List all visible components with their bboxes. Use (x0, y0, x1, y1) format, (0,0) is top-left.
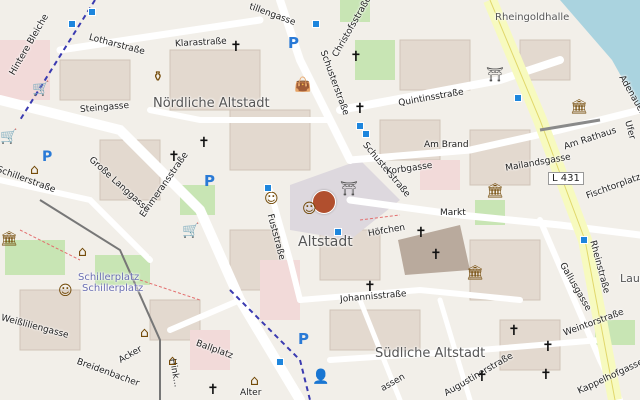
bus-stop-icon[interactable] (264, 184, 272, 192)
district-label-altstadt: Altstadt (298, 234, 353, 250)
bus-stop-icon[interactable] (334, 228, 342, 236)
church-icon: ✝ (542, 339, 554, 355)
street-label: Am Brand (424, 140, 469, 150)
district-label-sudliche-altstadt: Südliche Altstadt (375, 346, 486, 361)
building-icon: ⌂ (168, 353, 177, 369)
church-icon: ✝ (476, 369, 488, 385)
street-label: Markt (440, 208, 466, 218)
parking-icon[interactable]: P (298, 332, 309, 347)
person-icon[interactable]: 👤 (312, 370, 329, 384)
district-label-nordliche-altstadt: Nördliche Altstadt (153, 96, 270, 111)
church-icon: ✝ (508, 323, 520, 339)
bus-stop-icon[interactable] (514, 94, 522, 102)
parking-icon[interactable]: P (288, 36, 299, 51)
shop-bag-icon[interactable]: 👜 (294, 78, 311, 92)
church-icon: ✝ (207, 382, 219, 398)
building-icon: ⌂ (30, 162, 39, 178)
museum-icon[interactable]: 🏛 (0, 232, 18, 246)
bus-stop-icon[interactable] (312, 20, 320, 28)
bus-stop-icon[interactable] (88, 8, 96, 16)
map-view[interactable]: Nördliche Altstadt Altstadt Südliche Alt… (0, 0, 640, 400)
bus-stop-icon[interactable] (362, 130, 370, 138)
gate-icon: ⛩ (340, 181, 358, 197)
building-icon: ⌂ (250, 373, 259, 389)
church-icon: ✝ (198, 135, 210, 151)
building-icon: ⌂ (140, 325, 149, 341)
bus-stop-icon[interactable] (68, 20, 76, 28)
museum-icon[interactable]: 🏛 (570, 100, 588, 114)
theatre-icon[interactable]: ☺ (302, 202, 317, 216)
church-icon: ✝ (364, 279, 376, 295)
church-icon: ✝ (430, 247, 442, 263)
parking-icon[interactable]: P (204, 174, 215, 189)
church-icon: ✝ (540, 367, 552, 383)
street-label: Alter (240, 388, 262, 398)
church-icon: ✝ (168, 149, 180, 165)
building-icon: ⌂ (78, 244, 87, 260)
church-icon: ✝ (354, 101, 366, 117)
church-icon: ✝ (415, 225, 427, 241)
theatre-icon[interactable]: ☺ (58, 284, 73, 298)
bus-stop-icon[interactable] (580, 236, 588, 244)
monument-icon[interactable]: ⚱ (152, 70, 164, 84)
road-ref-l431: L 431 (548, 172, 584, 185)
bus-stop-icon[interactable] (356, 122, 364, 130)
shopping-cart-icon[interactable]: 🛒 (182, 224, 199, 238)
shopping-cart-icon[interactable]: 🛒 (32, 82, 49, 96)
parking-icon[interactable]: P (42, 150, 52, 164)
church-icon: ✝ (350, 49, 362, 65)
theatre-icon[interactable]: ☺ (264, 192, 279, 206)
shopping-cart-icon[interactable]: 🛒 (0, 130, 17, 144)
church-icon: ✝ (230, 39, 242, 55)
bus-stop-icon[interactable] (276, 358, 284, 366)
stop-label-schillerplatz-2: Schillerplatz (82, 283, 144, 294)
landmark-lau: Lau (620, 272, 640, 285)
stop-label-schillerplatz: Schillerplatz (78, 272, 140, 283)
gate-icon: ⛩ (486, 67, 504, 83)
museum-icon[interactable]: 🏛 (486, 184, 504, 198)
landmark-rheingoldhalle: Rheingoldhalle (495, 12, 570, 23)
museum-icon[interactable]: 🏛 (466, 266, 484, 280)
